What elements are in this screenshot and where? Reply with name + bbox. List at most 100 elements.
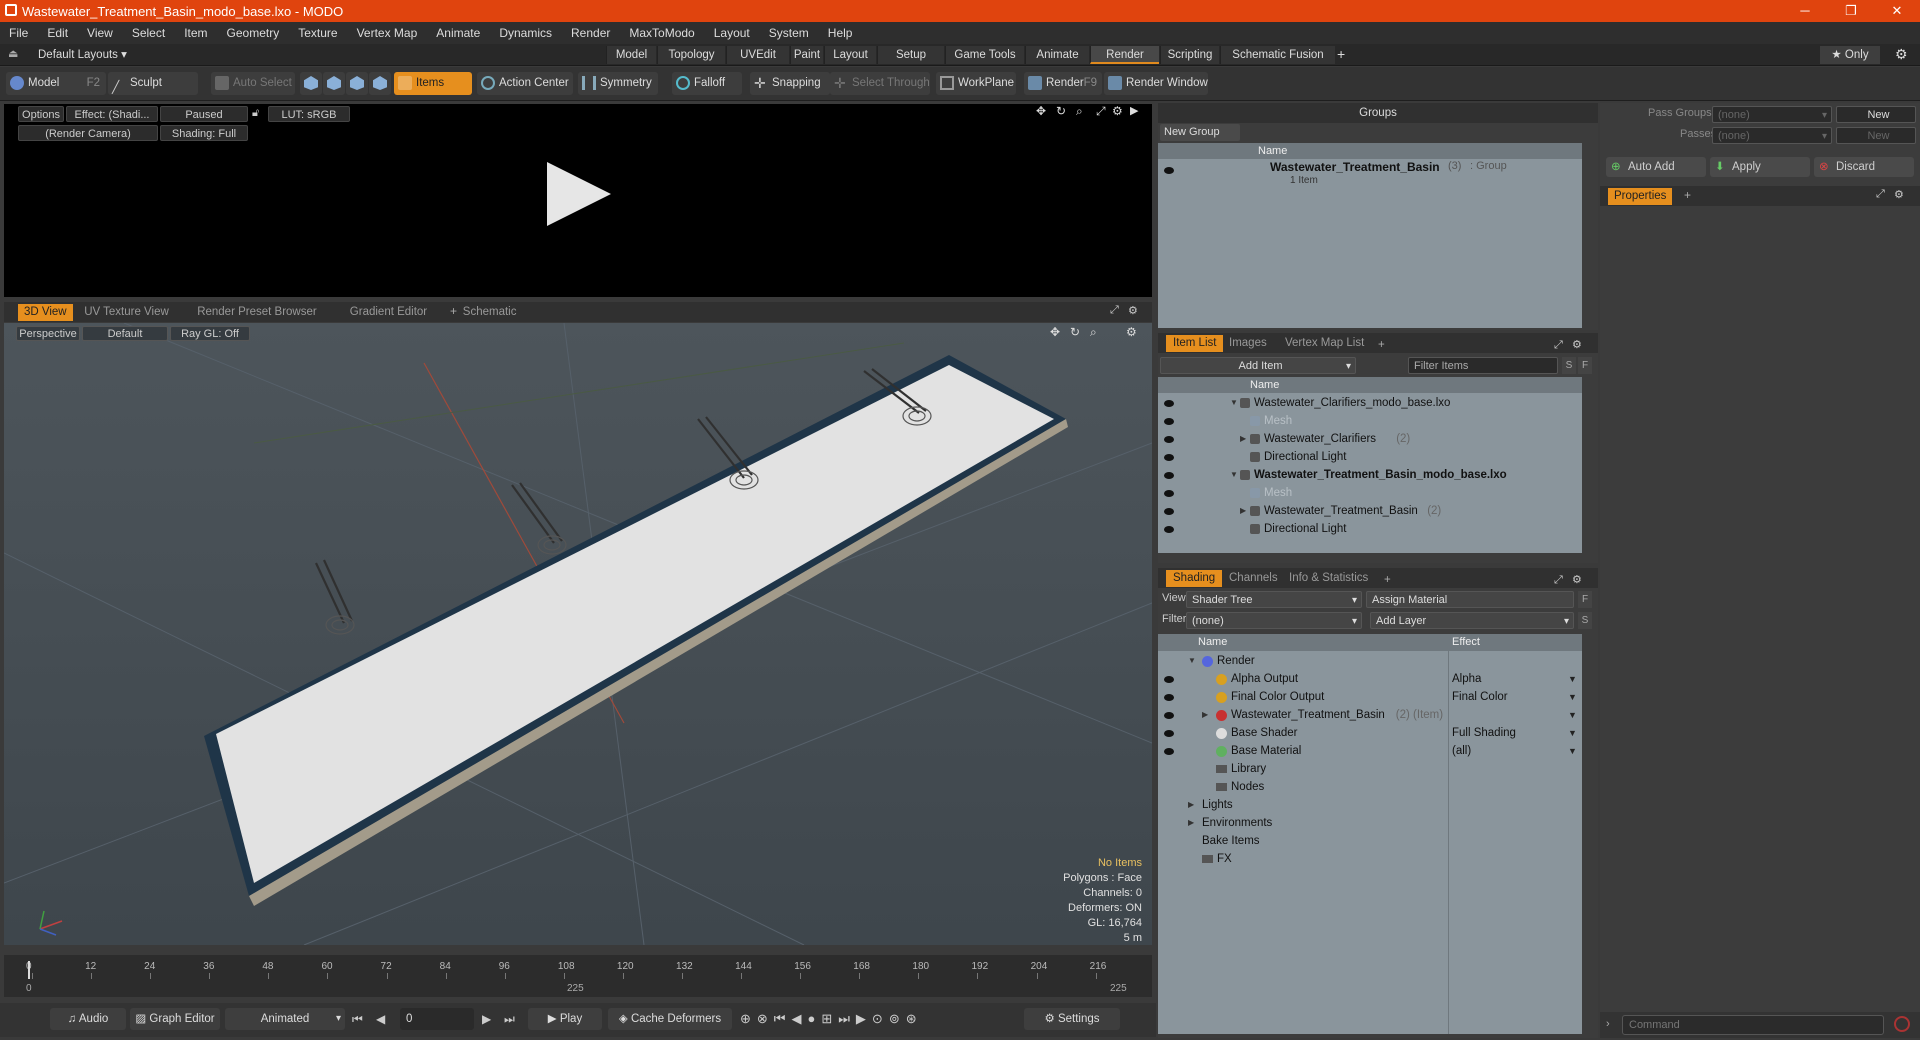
expand-icon[interactable]: ⤢ [1554,335,1563,355]
menu-maxtomodo[interactable]: MaxToModo [620,26,704,40]
new-pass-group-button[interactable]: New [1836,106,1916,123]
perspective-dropdown[interactable]: Perspective [16,326,80,341]
expand-arrow-icon[interactable]: ▶ [1202,706,1208,724]
item-list-row[interactable]: Directional Light [1158,520,1582,538]
item-list-row[interactable]: Mesh [1158,412,1582,430]
command-input[interactable] [1622,1015,1884,1035]
item-list-tab-vertex-map-list[interactable]: Vertex Map List [1278,335,1371,352]
expand-icon[interactable]: ⤢ [1876,188,1885,201]
menu-layout[interactable]: Layout [705,26,760,40]
filter-dropdown[interactable]: (none) [1186,612,1362,630]
menu-vertex-map[interactable]: Vertex Map [348,26,428,40]
timeline[interactable]: 0 12 24 36 48 60 72 84 96 108 120 132 144 156 168 180 19… [4,955,1152,997]
animated-dropdown[interactable]: Animated [225,1008,345,1030]
model-mode-button[interactable]: Model F2 [6,72,106,95]
viewport-tab-schematic[interactable]: Schematic [457,304,523,321]
menu-help[interactable]: Help [819,26,863,40]
eye-icon[interactable] [1164,490,1174,497]
chevron-right-icon[interactable]: › [1606,1018,1610,1030]
effect-dropdown[interactable]: Alpha [1452,670,1578,688]
effect-dropdown[interactable]: Effect: (Shadi... [66,106,158,122]
polygons-mode-button[interactable] [346,72,368,95]
move-icon[interactable]: ✥ [1036,104,1046,118]
default-style-dropdown[interactable]: Default [82,326,168,341]
eye-icon[interactable] [1164,712,1174,719]
eye-icon[interactable] [1164,748,1174,755]
eye-icon[interactable] [1164,454,1174,461]
effect-dropdown[interactable]: Final Color [1452,688,1578,706]
paused-button[interactable]: Paused [160,106,248,122]
layout-tab-topology[interactable]: Topology [657,46,725,64]
sculpt-mode-button[interactable]: ╱ Sculpt [108,72,198,95]
layout-tab-animate[interactable]: Animate [1025,46,1089,64]
lock-icon[interactable]: 🔓︎ [252,107,259,120]
only-toggle[interactable]: ★ Only [1820,46,1880,64]
layout-tab-layout[interactable]: Layout [824,46,876,64]
menu-animate[interactable]: Animate [427,26,490,40]
zoom-icon[interactable]: ⌕ [1090,325,1097,340]
add-tab-button[interactable]: + [1684,188,1691,202]
gear-icon[interactable]: ⚙ [1895,46,1908,63]
eye-icon[interactable] [1164,508,1174,515]
render-options-button[interactable]: Options [18,106,64,122]
play-small-icon[interactable]: ▶ [1130,104,1138,117]
filter-toggle[interactable]: F [1578,591,1592,608]
3d-viewport[interactable]: Perspective Default Ray GL: Off ✥ ↻ ⌕ ⚙ … [4,323,1152,945]
play-button[interactable]: ▶ Play [528,1008,602,1030]
expand-arrow-icon[interactable]: ▼ [1188,652,1196,670]
chevron-down-icon[interactable]: ▼ [1568,670,1577,688]
items-mode-button[interactable]: Items [394,72,472,95]
zoom-icon[interactable]: ⌕ [1076,104,1083,119]
pan-icon[interactable]: ✥ [1050,325,1060,339]
menu-system[interactable]: System [760,26,819,40]
chevron-down-icon[interactable]: ▼ [1568,724,1577,742]
add-item-dropdown[interactable]: Add Item [1160,357,1356,375]
menu-view[interactable]: View [78,26,123,40]
item-list-row[interactable]: Directional Light [1158,448,1582,466]
passes-dropdown[interactable]: (none) [1712,127,1832,145]
gear-icon[interactable]: ⚙ [1894,188,1904,201]
add-layout-tab-button[interactable]: + [1337,46,1345,62]
rotate-icon[interactable]: ↻ [1056,104,1066,118]
menu-select[interactable]: Select [123,26,175,40]
item-list-row[interactable]: ▶ Wastewater_Treatment_Basin (2) [1158,502,1582,520]
workplane-button[interactable]: WorkPlane [936,72,1016,95]
play-render-icon[interactable] [547,162,611,226]
menu-edit[interactable]: Edit [38,26,78,40]
materials-mode-button[interactable] [369,72,391,95]
item-list-row[interactable]: ▼ Wastewater_Clarifiers_modo_base.lxo [1158,394,1582,412]
shader-tree-row[interactable]: Base Material (all) ▼ [1158,742,1582,760]
viewport-tab-render-preset-browser[interactable]: Render Preset Browser [191,304,323,321]
discard-button[interactable]: ⊗ Discard [1814,157,1914,177]
key-tools-icons[interactable]: ⊕⊗⏮◀●⊞⏭▶⊙⊚⊛ [740,1011,923,1027]
shading-dropdown[interactable]: Shading: Full [160,125,248,141]
shader-tree-row[interactable]: ▶ Wastewater_Treatment_Basin (2) (Item) ▼ [1158,706,1582,724]
view-dropdown[interactable]: Shader Tree [1186,591,1362,609]
shading-tab-info-statistics[interactable]: Info & Statistics [1282,570,1375,587]
first-frame-icon[interactable]: ⏮ [352,1012,363,1027]
shading-tab-channels[interactable]: Channels [1222,570,1285,587]
menu-dynamics[interactable]: Dynamics [490,26,562,40]
add-viewport-tab-button[interactable]: + [450,304,457,318]
shader-tree-row[interactable]: ▼ Render [1158,652,1582,670]
viewport-tab-3d-view[interactable]: 3D View [18,304,73,321]
search-toggle[interactable]: S [1562,357,1576,374]
expand-arrow-icon[interactable]: ▶ [1188,796,1194,814]
settings-button[interactable]: ⚙ Settings [1024,1008,1120,1030]
shading-tab-shading[interactable]: Shading [1166,570,1223,587]
eye-icon[interactable] [1164,730,1174,737]
pass-groups-dropdown[interactable]: (none) [1712,106,1832,124]
shader-tree-row[interactable]: Bake Items [1158,832,1582,850]
add-tab-button[interactable]: + [1378,335,1385,355]
viewport-tab-gradient-editor[interactable]: Gradient Editor [344,304,433,321]
maximize-button[interactable]: ❐ [1828,0,1874,22]
menu-geometry[interactable]: Geometry [218,26,290,40]
action-center-button[interactable]: Action Center [477,72,573,95]
gear-icon[interactable]: ⚙ [1126,325,1137,339]
frame-input[interactable]: 0 [400,1008,474,1030]
maximize-icon[interactable]: ⤢ [1096,104,1106,119]
group-row[interactable]: Wastewater_Treatment_Basin (3) : Group 1… [1158,159,1582,189]
shader-tree-row[interactable]: Library [1158,760,1582,778]
edges-mode-button[interactable] [323,72,345,95]
lut-dropdown[interactable]: LUT: sRGB [268,106,350,122]
